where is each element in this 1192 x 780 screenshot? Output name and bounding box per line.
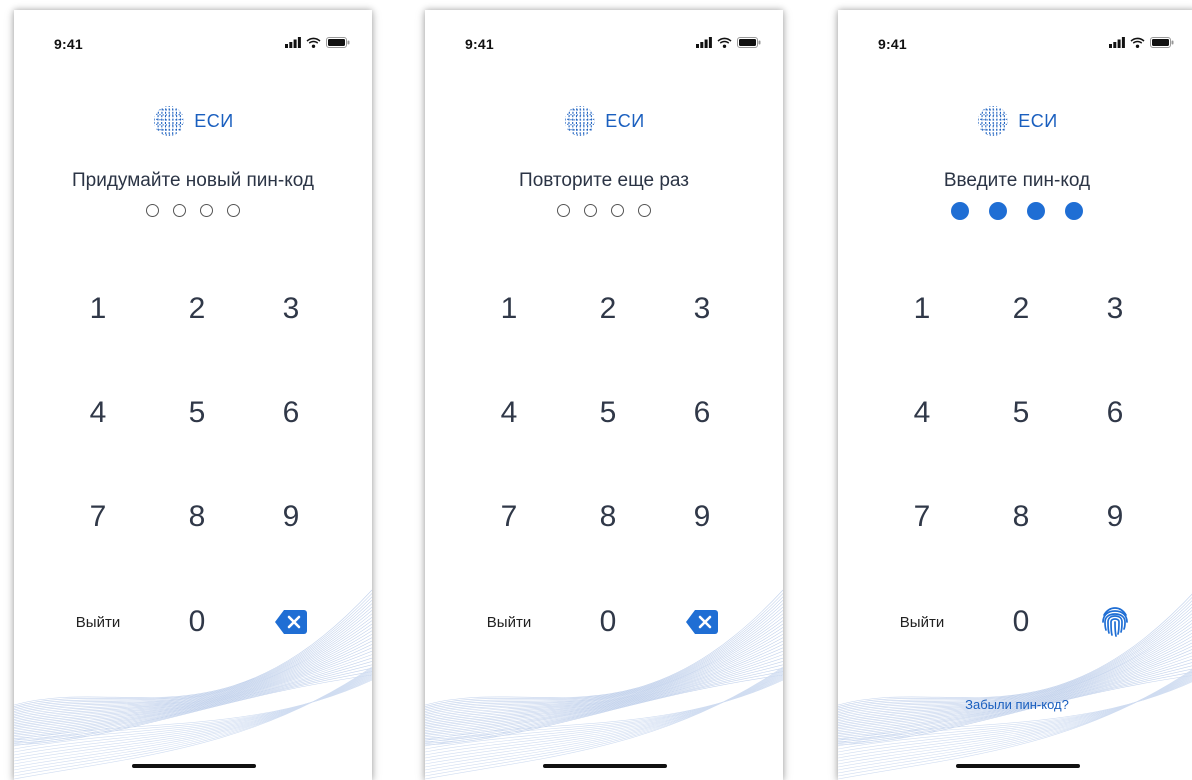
key-5[interactable]: 5	[981, 383, 1061, 443]
home-indicator	[543, 764, 667, 768]
pin-prompt: Повторите еще раз	[519, 170, 689, 191]
backspace-button[interactable]	[251, 592, 331, 652]
battery-icon	[1150, 37, 1174, 48]
key-5[interactable]: 5	[157, 383, 237, 443]
key-8[interactable]: 8	[568, 487, 648, 547]
home-indicator	[132, 764, 256, 768]
brand-name: ЕСИ	[194, 110, 234, 131]
pin-dot-empty	[173, 204, 186, 217]
key-5[interactable]: 5	[568, 383, 648, 443]
key-1[interactable]: 1	[882, 279, 962, 339]
key-7[interactable]: 7	[469, 487, 549, 547]
key-2[interactable]: 2	[981, 279, 1061, 339]
backspace-button[interactable]	[662, 592, 742, 652]
wifi-icon	[717, 37, 732, 48]
pin-dot-empty	[146, 204, 159, 217]
key-0[interactable]: 0	[981, 592, 1061, 652]
key-6[interactable]: 6	[662, 383, 742, 443]
wifi-icon	[306, 37, 321, 48]
signal-icon	[696, 37, 712, 48]
battery-icon	[737, 37, 761, 48]
screen-repeat-pin: 9:41 ЕСИ Повторите еще раз 1 2 3 4 5 6 7…	[425, 10, 783, 780]
key-2[interactable]: 2	[157, 279, 237, 339]
home-indicator	[956, 764, 1080, 768]
screen-create-pin: 9:41 ЕСИ Придумайте новый пин-код 1 2 3 …	[14, 10, 372, 780]
pin-prompt: Придумайте новый пин-код	[72, 170, 314, 191]
battery-icon	[326, 37, 350, 48]
key-0[interactable]: 0	[568, 592, 648, 652]
pin-dot-empty	[557, 204, 570, 217]
status-time: 9:41	[54, 36, 83, 52]
key-8[interactable]: 8	[157, 487, 237, 547]
fingerprint-button[interactable]	[1075, 592, 1155, 652]
pin-dot-filled	[951, 202, 969, 220]
key-2[interactable]: 2	[568, 279, 648, 339]
pin-dot-empty	[200, 204, 213, 217]
pin-dot-empty	[611, 204, 624, 217]
backspace-icon	[686, 610, 718, 634]
status-bar: 9:41	[425, 10, 783, 62]
key-9[interactable]: 9	[1075, 487, 1155, 547]
signal-icon	[1109, 37, 1125, 48]
key-3[interactable]: 3	[251, 279, 331, 339]
brand-name: ЕСИ	[605, 110, 645, 131]
brand-logo: ЕСИ	[14, 104, 372, 138]
globe-logo-icon	[565, 106, 596, 136]
pin-dot-filled	[1065, 202, 1083, 220]
signal-icon	[285, 37, 301, 48]
pin-dot-filled	[989, 202, 1007, 220]
pin-dot-empty	[227, 204, 240, 217]
pin-dots	[14, 204, 372, 217]
brand-logo: ЕСИ	[838, 104, 1192, 138]
fingerprint-icon	[1102, 607, 1128, 637]
wifi-icon	[1130, 37, 1145, 48]
key-4[interactable]: 4	[882, 383, 962, 443]
pin-dots	[838, 202, 1192, 220]
status-time: 9:41	[465, 36, 494, 52]
pin-dots	[425, 204, 783, 217]
pin-dot-filled	[1027, 202, 1045, 220]
backspace-icon	[275, 610, 307, 634]
key-1[interactable]: 1	[469, 279, 549, 339]
screen-enter-pin: 9:41 ЕСИ Введите пин-код 1 2 3 4 5 6 7 8…	[838, 10, 1192, 780]
key-7[interactable]: 7	[882, 487, 962, 547]
exit-button[interactable]: Выйти	[882, 592, 962, 652]
key-7[interactable]: 7	[58, 487, 138, 547]
exit-button[interactable]: Выйти	[58, 592, 138, 652]
key-3[interactable]: 3	[662, 279, 742, 339]
key-9[interactable]: 9	[662, 487, 742, 547]
pin-prompt: Введите пин-код	[943, 170, 1091, 191]
status-time: 9:41	[878, 36, 907, 52]
pin-dot-empty	[638, 204, 651, 217]
brand-logo: ЕСИ	[425, 104, 783, 138]
pin-dot-empty	[584, 204, 597, 217]
key-3[interactable]: 3	[1075, 279, 1155, 339]
key-0[interactable]: 0	[157, 592, 237, 652]
key-6[interactable]: 6	[1075, 383, 1155, 443]
key-8[interactable]: 8	[981, 487, 1061, 547]
status-bar: 9:41	[14, 10, 372, 62]
key-9[interactable]: 9	[251, 487, 331, 547]
forgot-pin-link[interactable]: Забыли пин-код?	[838, 697, 1192, 712]
key-4[interactable]: 4	[58, 383, 138, 443]
globe-logo-icon	[154, 106, 185, 136]
key-1[interactable]: 1	[58, 279, 138, 339]
globe-logo-icon	[978, 106, 1009, 136]
key-6[interactable]: 6	[251, 383, 331, 443]
exit-button[interactable]: Выйти	[469, 592, 549, 652]
brand-name: ЕСИ	[1018, 110, 1058, 131]
key-4[interactable]: 4	[469, 383, 549, 443]
status-bar: 9:41	[838, 10, 1192, 62]
